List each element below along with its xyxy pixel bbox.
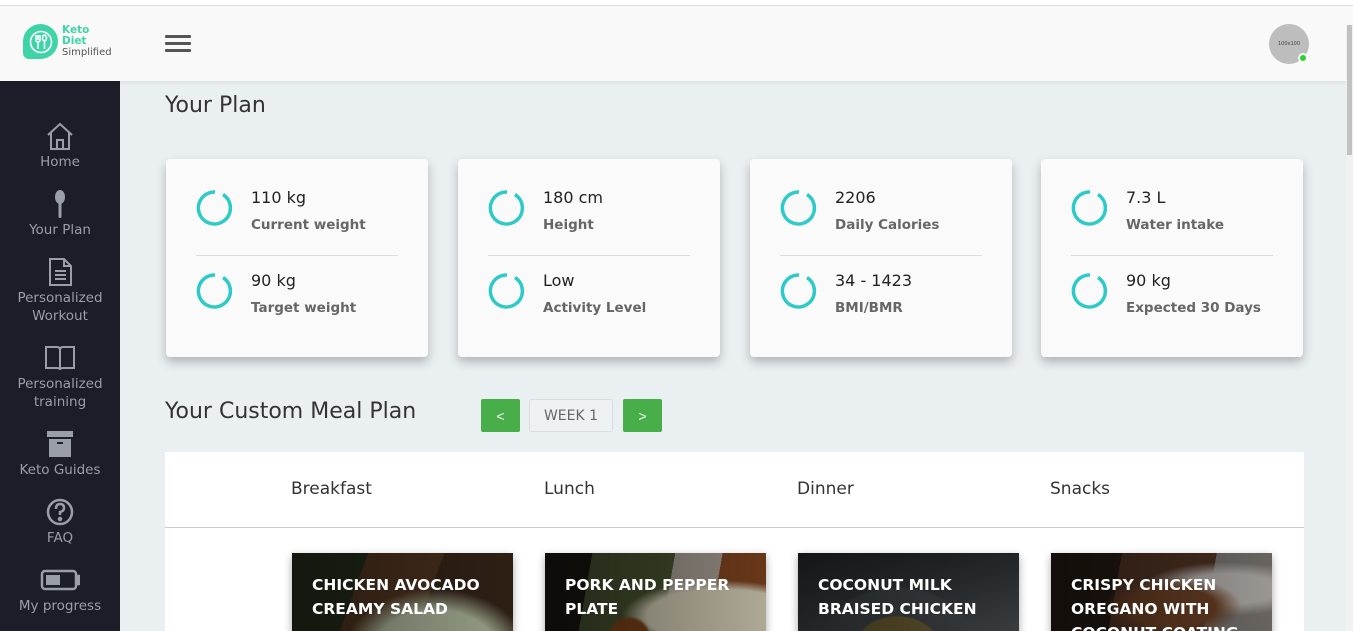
stat-value: 34 - 1423 xyxy=(835,271,913,290)
question-circle-icon xyxy=(46,498,74,526)
sidebar-label: Your Plan xyxy=(29,222,91,238)
column-header-breakfast: Breakfast xyxy=(291,479,372,499)
meal-name: Coconut Milk Braised Chicken xyxy=(818,576,977,618)
progress-ring-icon xyxy=(488,273,525,309)
page-scrollbar[interactable] xyxy=(1346,25,1353,631)
stat-value: 110 kg xyxy=(251,188,307,207)
document-icon xyxy=(49,258,72,286)
stat-label: Daily Calories xyxy=(835,217,940,233)
stat-item: 90 kg Expected 30 Days xyxy=(1071,270,1261,316)
stat-card: 110 kg Current weight 90 kg Target weigh… xyxy=(166,159,428,357)
progress-ring-icon xyxy=(780,273,817,309)
sidebar-label: Personalized Workout xyxy=(17,290,103,324)
divider xyxy=(1071,255,1273,256)
meal-card[interactable]: Coconut Milk Braised Chicken xyxy=(798,553,1019,631)
stat-label: Height xyxy=(543,217,594,233)
stat-value: 180 cm xyxy=(543,188,604,207)
divider xyxy=(780,255,982,256)
sidebar: Home Your Plan Personalized Workout Pers… xyxy=(0,81,120,631)
battery-icon xyxy=(40,569,80,591)
prev-week-button[interactable]: < xyxy=(481,399,520,432)
stat-label: Activity Level xyxy=(543,300,647,316)
meal-plan-table: Breakfast Lunch Dinner Snacks Chicken Av… xyxy=(165,452,1304,631)
divider xyxy=(196,255,398,256)
top-header: Keto Diet Simplified 100x100 xyxy=(0,6,1353,81)
next-week-button[interactable]: > xyxy=(623,399,662,432)
stat-item: 2206 Daily Calories xyxy=(780,187,939,233)
stat-item: 110 kg Current weight xyxy=(196,187,366,233)
avatar-placeholder-text: 100x100 xyxy=(1277,41,1301,47)
stat-card: 7.3 L Water intake 90 kg Expected 30 Day… xyxy=(1041,159,1303,357)
progress-ring-icon xyxy=(196,273,233,309)
stat-label: Water intake xyxy=(1126,217,1225,233)
stat-item: 34 - 1423 BMI/BMR xyxy=(780,270,912,316)
stat-item: Low Activity Level xyxy=(488,270,646,316)
sidebar-item-your-plan[interactable]: Your Plan xyxy=(0,189,120,239)
meal-plan-title: Your Custom Meal Plan xyxy=(165,399,417,424)
progress-ring-icon xyxy=(780,190,817,226)
main-content: Your Plan 110 kg Current weight 90 kg Ta… xyxy=(120,81,1346,631)
sidebar-item-faq[interactable]: FAQ xyxy=(0,497,120,547)
stat-label: BMI/BMR xyxy=(835,300,903,316)
logo-text-simplified: Simplified xyxy=(62,47,112,58)
sidebar-label: Personalized training xyxy=(17,376,103,410)
stat-label: Current weight xyxy=(251,217,366,233)
stat-item: 7.3 L Water intake xyxy=(1071,187,1224,233)
meal-name: Pork and Pepper Plate xyxy=(565,576,730,618)
meal-name: Crispy Chicken Oregano with Coconut Coat… xyxy=(1071,576,1239,631)
scrollbar-thumb[interactable] xyxy=(1347,25,1352,155)
sidebar-item-personalized-workout[interactable]: Personalized Workout xyxy=(0,257,120,325)
stat-value: 90 kg xyxy=(1126,271,1171,290)
stat-card: 2206 Daily Calories 34 - 1423 BMI/BMR xyxy=(750,159,1012,357)
progress-ring-icon xyxy=(1071,190,1108,226)
column-header-lunch: Lunch xyxy=(544,479,595,499)
meal-name: Chicken Avocado Creamy Salad xyxy=(312,576,480,618)
sidebar-label: FAQ xyxy=(46,530,74,546)
sidebar-item-home[interactable]: Home xyxy=(0,121,120,171)
stat-value: 90 kg xyxy=(251,271,296,290)
week-label: WEEK 1 xyxy=(529,399,613,432)
progress-ring-icon xyxy=(1071,273,1108,309)
meal-card[interactable]: Crispy Chicken Oregano with Coconut Coat… xyxy=(1051,553,1272,631)
divider xyxy=(488,255,690,256)
sidebar-label: Home xyxy=(40,154,80,170)
sidebar-item-keto-guides[interactable]: Keto Guides xyxy=(0,429,120,479)
online-status-dot xyxy=(1298,53,1308,63)
meal-card[interactable]: Pork and Pepper Plate xyxy=(545,553,766,631)
stat-label: Target weight xyxy=(251,300,357,316)
spoon-icon xyxy=(55,190,65,218)
divider xyxy=(165,527,1304,528)
progress-ring-icon xyxy=(488,190,525,226)
logo-text-diet: Diet xyxy=(62,35,87,47)
progress-ring-icon xyxy=(196,190,233,226)
book-icon xyxy=(45,346,75,371)
fork-spoon-icon xyxy=(23,24,58,59)
logo[interactable]: Keto Diet Simplified xyxy=(23,24,112,59)
stat-item: 180 cm Height xyxy=(488,187,603,233)
meal-card[interactable]: Chicken Avocado Creamy Salad xyxy=(292,553,513,631)
stat-value: Low xyxy=(543,271,575,290)
home-icon xyxy=(47,122,73,150)
sidebar-item-personalized-training[interactable]: Personalized training xyxy=(0,343,120,411)
sidebar-label: Keto Guides xyxy=(19,462,101,478)
stat-value: 7.3 L xyxy=(1126,188,1166,207)
stat-label: Expected 30 Days xyxy=(1126,300,1261,316)
sidebar-item-my-progress[interactable]: My progress xyxy=(0,565,120,615)
stat-card: 180 cm Height Low Activity Level xyxy=(458,159,720,357)
hamburger-icon[interactable] xyxy=(165,35,191,53)
avatar[interactable]: 100x100 xyxy=(1269,24,1309,64)
column-header-dinner: Dinner xyxy=(797,479,854,499)
page-title: Your Plan xyxy=(165,93,266,118)
stat-item: 90 kg Target weight xyxy=(196,270,356,316)
column-header-snacks: Snacks xyxy=(1050,479,1111,499)
stat-value: 2206 xyxy=(835,188,876,207)
sidebar-label: My progress xyxy=(18,598,102,614)
archive-box-icon xyxy=(47,431,73,457)
